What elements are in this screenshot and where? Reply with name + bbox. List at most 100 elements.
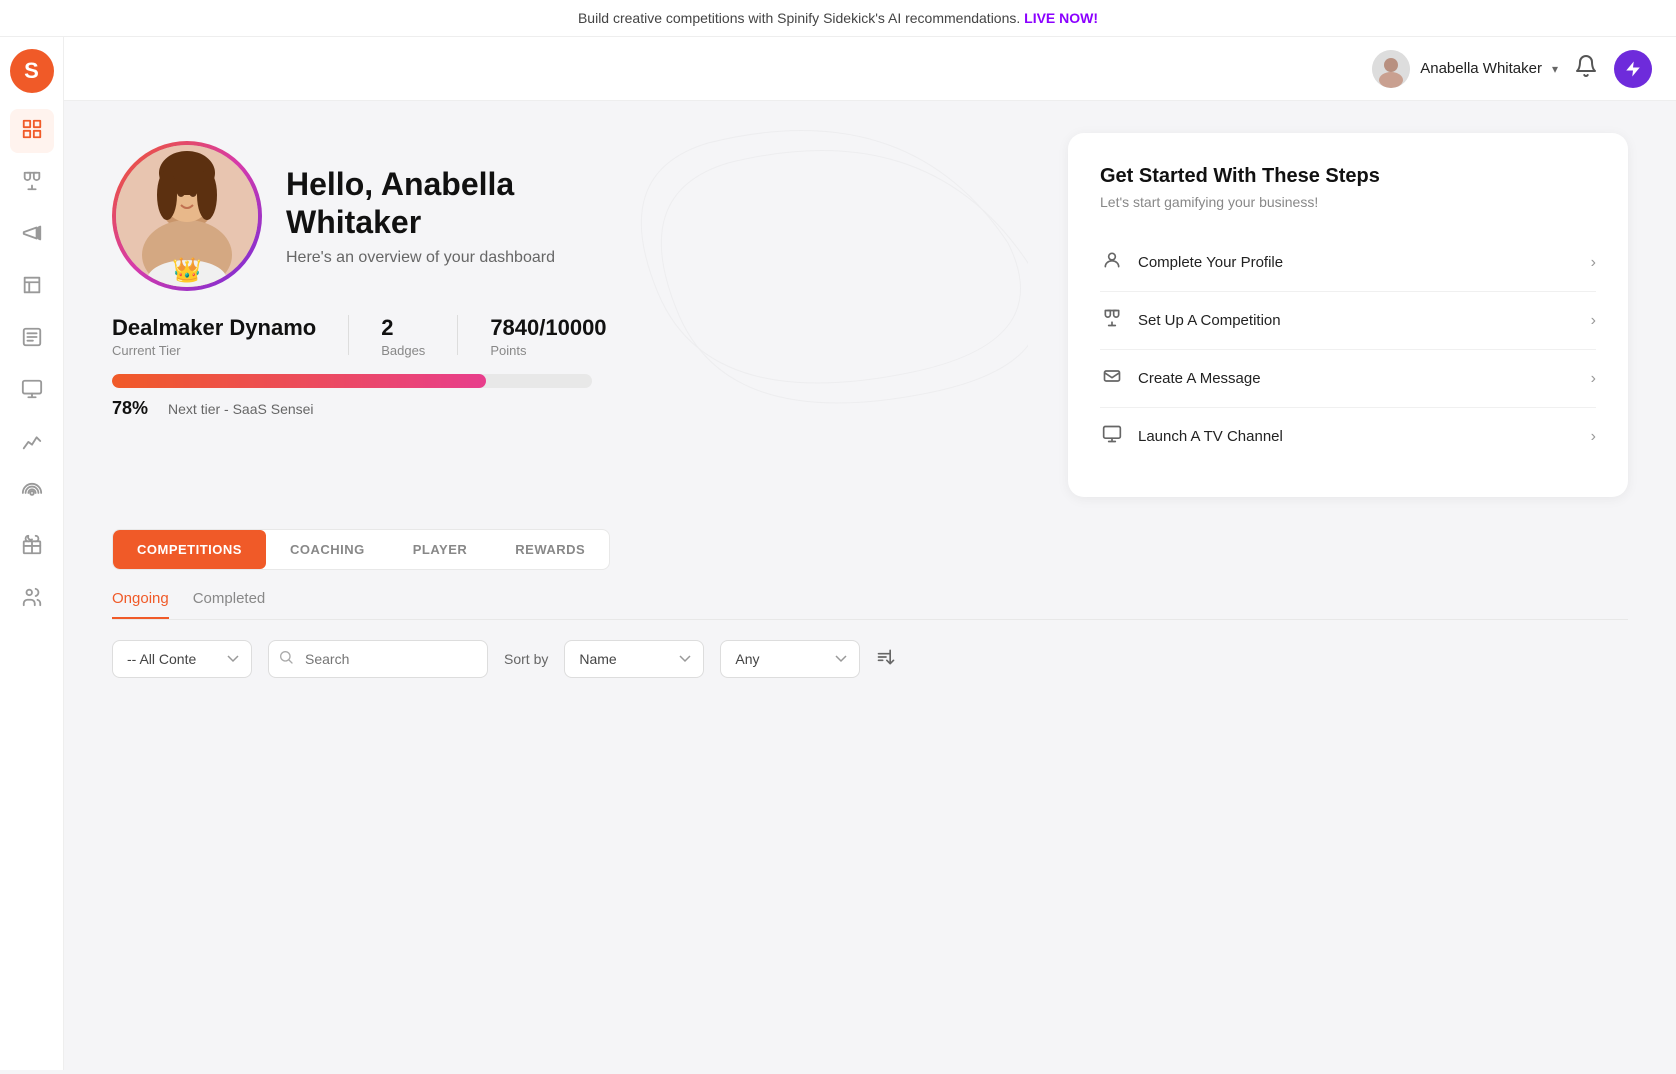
badges-label: Badges	[381, 343, 425, 358]
search-icon	[278, 649, 294, 670]
dashboard-icon	[21, 118, 43, 145]
banner-text: Build creative competitions with Spinify…	[578, 10, 1020, 26]
tab-coaching[interactable]: COACHING	[266, 530, 389, 569]
user-name: Anabella Whitaker	[1420, 60, 1542, 77]
stat-divider-2	[457, 315, 458, 355]
sidebar-item-notes[interactable]	[10, 317, 54, 361]
sidebar-item-trophy[interactable]	[10, 161, 54, 205]
sort-label: Sort by	[504, 651, 548, 667]
points-stat: 7840/10000 Points	[490, 315, 606, 358]
points-label: Points	[490, 343, 606, 358]
progress-wrap	[112, 374, 1028, 388]
top-header: Anabella Whitaker ▾	[64, 37, 1676, 101]
tabs-bar: COMPETITIONS COACHING PLAYER REWARDS	[112, 529, 610, 570]
sidebar-item-gift[interactable]	[10, 525, 54, 569]
sidebar-item-monitor[interactable]	[10, 369, 54, 413]
greeting-text: Hello, Anabella Whitaker	[286, 165, 555, 242]
subtab-completed[interactable]: Completed	[193, 590, 266, 619]
step-create-message-label: Create A Message	[1138, 370, 1261, 387]
get-started-subtitle: Let's start gamifying your business!	[1100, 194, 1596, 210]
step-complete-profile-label: Complete Your Profile	[1138, 254, 1283, 271]
megaphone-icon	[21, 222, 43, 249]
step-create-message[interactable]: Create A Message ›	[1100, 350, 1596, 408]
sidebar: S	[0, 37, 64, 1070]
get-started-title: Get Started With These Steps	[1100, 165, 1596, 188]
sidebar-item-broadcast[interactable]	[10, 473, 54, 517]
newspaper-icon	[21, 274, 43, 301]
step-arrow-3: ›	[1591, 370, 1596, 388]
step-left-2: Set Up A Competition	[1100, 308, 1281, 333]
next-tier-label: Next tier - SaaS Sensei	[168, 401, 314, 417]
user-info[interactable]: Anabella Whitaker ▾	[1372, 50, 1558, 88]
tier-label: Current Tier	[112, 343, 316, 358]
step-left: Complete Your Profile	[1100, 250, 1283, 275]
search-input[interactable]	[268, 640, 488, 678]
hero-text: Hello, Anabella Whitaker Here's an overv…	[286, 165, 555, 268]
main-area: Anabella Whitaker ▾	[64, 37, 1676, 1070]
avatar	[1372, 50, 1410, 88]
step-arrow-2: ›	[1591, 312, 1596, 330]
tab-player[interactable]: PLAYER	[389, 530, 492, 569]
stats-row: Dealmaker Dynamo Current Tier 2 Badges 7…	[112, 315, 1028, 358]
tabs-section: COMPETITIONS COACHING PLAYER REWARDS Ong…	[112, 529, 1628, 678]
sidebar-item-people[interactable]	[10, 577, 54, 621]
chevron-down-icon: ▾	[1552, 62, 1558, 76]
gift-icon	[21, 534, 43, 561]
step-set-up-competition-label: Set Up A Competition	[1138, 312, 1281, 329]
step-arrow-4: ›	[1591, 428, 1596, 446]
monitor-icon	[21, 378, 43, 405]
sidebar-item-chart[interactable]	[10, 421, 54, 465]
tv-icon	[1100, 424, 1124, 449]
sidebar-item-dashboard[interactable]	[10, 109, 54, 153]
step-left-3: Create A Message	[1100, 366, 1261, 391]
tier-badge-emoji: 👑	[172, 256, 202, 285]
notes-icon	[21, 326, 43, 353]
avatar-ring: 👑	[112, 141, 262, 291]
message-icon	[1100, 366, 1124, 391]
people-icon	[21, 586, 43, 613]
profile-icon	[1100, 250, 1124, 275]
tier-name: Dealmaker Dynamo	[112, 315, 316, 341]
sort-select[interactable]: Name Date Status	[564, 640, 704, 678]
profile-top: 👑 Hello, Anabella Whitaker Here's an ove…	[112, 141, 1028, 291]
sub-tabs: Ongoing Completed	[112, 590, 1628, 620]
live-now-cta[interactable]: LIVE NOW!	[1024, 10, 1098, 26]
broadcast-icon	[21, 482, 43, 509]
progress-bar-fill	[112, 374, 486, 388]
content-area: 👑 Hello, Anabella Whitaker Here's an ove…	[64, 101, 1676, 1070]
bell-icon[interactable]	[1574, 54, 1598, 84]
progress-pct: 78%	[112, 398, 148, 419]
sort-direction-icon[interactable]	[876, 647, 896, 672]
sidebar-item-megaphone[interactable]	[10, 213, 54, 257]
hero-subtitle: Here's an overview of your dashboard	[286, 249, 555, 267]
stat-divider-1	[348, 315, 349, 355]
step-set-up-competition[interactable]: Set Up A Competition ›	[1100, 292, 1596, 350]
sidebar-item-newspaper[interactable]	[10, 265, 54, 309]
bolt-button[interactable]	[1614, 50, 1652, 88]
profile-hero: 👑 Hello, Anabella Whitaker Here's an ove…	[112, 133, 1028, 497]
step-launch-tv-label: Launch A TV Channel	[1138, 428, 1283, 445]
step-complete-profile[interactable]: Complete Your Profile ›	[1100, 234, 1596, 292]
sidebar-logo[interactable]: S	[10, 49, 54, 93]
tab-rewards[interactable]: REWARDS	[491, 530, 609, 569]
badges-stat: 2 Badges	[381, 315, 425, 358]
tier-stat: Dealmaker Dynamo Current Tier	[112, 315, 316, 358]
any-select[interactable]: Any Active Inactive	[720, 640, 860, 678]
filter-row: -- All Conte Sort by Name Date	[112, 640, 1628, 678]
points-count: 7840/10000	[490, 315, 606, 341]
contest-filter[interactable]: -- All Conte	[112, 640, 252, 678]
tab-competitions[interactable]: COMPETITIONS	[113, 530, 266, 569]
get-started-card: Get Started With These Steps Let's start…	[1068, 133, 1628, 497]
top-banner: Build creative competitions with Spinify…	[0, 0, 1676, 37]
competition-icon	[1100, 308, 1124, 333]
search-wrap	[268, 640, 488, 678]
badges-count: 2	[381, 315, 425, 341]
hero-section: 👑 Hello, Anabella Whitaker Here's an ove…	[112, 133, 1628, 497]
trophy-icon	[21, 170, 43, 197]
step-left-4: Launch A TV Channel	[1100, 424, 1283, 449]
subtab-ongoing[interactable]: Ongoing	[112, 590, 169, 619]
progress-bar-bg	[112, 374, 592, 388]
step-launch-tv[interactable]: Launch A TV Channel ›	[1100, 408, 1596, 465]
step-arrow-1: ›	[1591, 254, 1596, 272]
chart-icon	[21, 430, 43, 457]
